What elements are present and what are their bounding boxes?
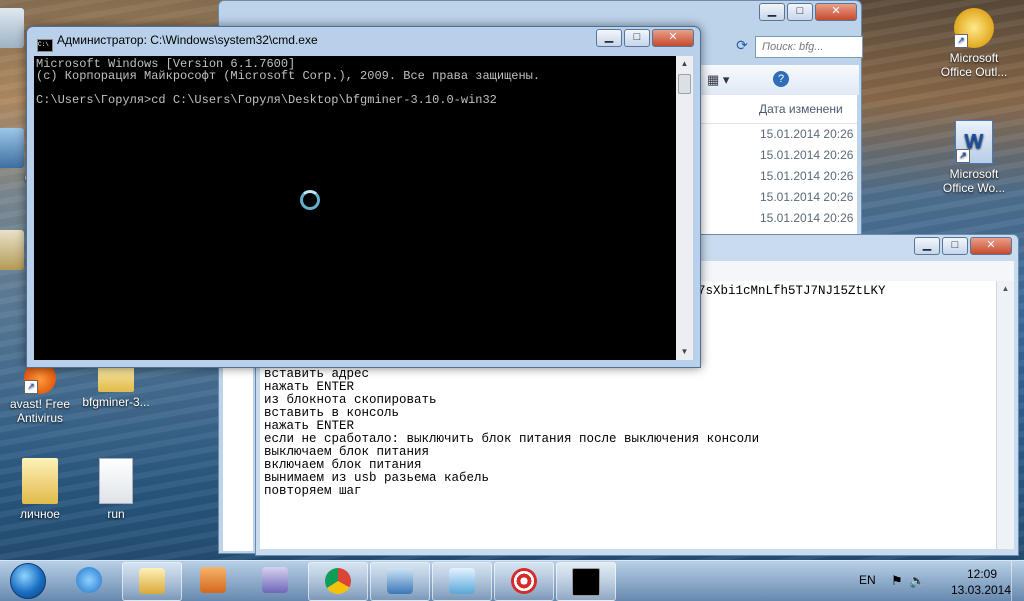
start-button[interactable] [4, 562, 52, 600]
text-line: вставить в консоль [264, 406, 400, 420]
outlook-icon: ↗ [954, 8, 994, 48]
console-icon [572, 568, 600, 596]
window-controls: ▁ □ ✕ [759, 3, 857, 21]
taskbar-media-player[interactable] [184, 562, 242, 599]
target-icon [511, 568, 537, 594]
console-line: C:\Users\Горуля>cd C:\Users\Горуля\Deskt… [36, 93, 497, 107]
file-row-date[interactable]: 15.01.2014 20:26 [699, 124, 857, 145]
vertical-scrollbar[interactable]: ▲ ▼ [676, 56, 693, 360]
notepad-icon [449, 568, 475, 594]
recycle-bin-icon [0, 8, 24, 48]
taskbar-notepad[interactable] [432, 562, 492, 601]
taskbar-control-panel[interactable] [370, 562, 430, 601]
refresh-icon[interactable]: ⟳ [733, 37, 751, 55]
language-indicator[interactable]: EN [859, 573, 876, 587]
window-controls: ▁ □ ✕ [914, 237, 1012, 255]
desktop-icon-label: bfgminer-3... [82, 395, 150, 409]
taskbar: EN ⚑ 🔈 12:09 13.03.2014 [0, 560, 1024, 601]
system-tray: EN ⚑ 🔈 12:09 13.03.2014 [849, 561, 1024, 601]
desktop-icon-label: run [107, 507, 125, 521]
minimize-button[interactable]: ▁ [596, 29, 622, 47]
taskbar-chrome[interactable] [308, 562, 368, 601]
search-input[interactable]: Поиск: bfg... [755, 36, 863, 58]
control-panel-icon [0, 230, 24, 270]
maximize-button[interactable]: □ [624, 29, 650, 47]
scroll-up-icon[interactable]: ▲ [676, 56, 693, 72]
chrome-icon [325, 568, 351, 594]
control-panel-icon [387, 568, 413, 594]
text-file-icon [99, 458, 133, 504]
internet-explorer-icon [76, 567, 102, 593]
view-options-icon[interactable]: ▦ ▾ [707, 72, 729, 88]
notepad-lines: в консоли набрать cdвставить адреснажать… [264, 355, 996, 498]
maximize-button[interactable]: □ [787, 3, 813, 21]
window-title-text: Администратор: C:\Windows\system32\cmd.e… [57, 33, 318, 47]
scroll-thumb[interactable] [678, 74, 691, 94]
shortcut-arrow-icon: ↗ [24, 380, 38, 394]
word-icon: W ↗ [955, 120, 993, 164]
clock-date[interactable]: 13.03.2014 [945, 583, 1017, 597]
windows-logo-icon [10, 563, 46, 599]
vertical-scrollbar[interactable]: ▲ [996, 281, 1014, 549]
clock-time[interactable]: 12:09 [952, 567, 1012, 581]
column-header-date[interactable]: Дата изменени [699, 95, 857, 124]
folder-icon [22, 458, 58, 504]
console-icon: C:\ [37, 39, 53, 52]
console-line: (c) Корпорация Майкрософт (Microsoft Cor… [36, 69, 541, 83]
close-button[interactable]: ✕ [815, 3, 857, 21]
taskbar-target-app[interactable] [494, 562, 554, 601]
desktop-icon-avast[interactable]: ↗ avast! Free Antivirus [0, 362, 80, 425]
busy-cursor-icon [300, 190, 320, 210]
show-desktop-button[interactable] [1011, 561, 1024, 601]
text-line: вынимаем из usb разьема кабель [264, 471, 490, 485]
file-row-date[interactable]: 15.01.2014 20:26 [699, 145, 857, 166]
desktop-icon-run[interactable]: run [76, 458, 156, 521]
window-controls: ▁ □ ✕ [596, 29, 694, 47]
app-icon [262, 567, 288, 593]
taskbar-cmd[interactable] [556, 562, 616, 601]
action-center-icon[interactable]: ⚑ [891, 573, 903, 589]
file-list: Дата изменени 15.01.2014 20:26 15.01.2014… [699, 95, 857, 245]
shortcut-arrow-icon: ↗ [956, 149, 970, 163]
taskbar-explorer[interactable] [122, 562, 182, 601]
desktop-icon-bfgminer[interactable]: bfgminer-3... [76, 362, 156, 409]
minimize-button[interactable]: ▁ [759, 3, 785, 21]
maximize-button[interactable]: □ [942, 237, 968, 255]
taskbar-app[interactable] [246, 562, 304, 599]
desktop-icon-label: личное [20, 507, 60, 521]
file-row-date[interactable]: 15.01.2014 20:26 [699, 187, 857, 208]
desktop-icon-label: Microsoft Office Wo... [942, 167, 1006, 195]
taskbar-ie[interactable] [60, 562, 118, 599]
scroll-down-icon[interactable]: ▼ [676, 344, 693, 360]
close-button[interactable]: ✕ [652, 29, 694, 47]
volume-icon[interactable]: 🔈 [909, 573, 925, 589]
minimize-button[interactable]: ▁ [914, 237, 940, 255]
navigation-pane [223, 361, 253, 551]
media-player-icon [200, 567, 226, 593]
shortcut-arrow-icon: ↗ [954, 34, 968, 48]
close-button[interactable]: ✕ [970, 237, 1012, 255]
console-output[interactable]: Microsoft Windows [Version 6.1.7600] (c) … [34, 56, 676, 360]
window-title: C:\ Администратор: C:\Windows\system32\cm… [37, 33, 318, 52]
text-line: повторяем шаг [264, 484, 362, 498]
file-row-date[interactable]: 15.01.2014 20:26 [699, 166, 857, 187]
cmd-window[interactable]: C:\ Администратор: C:\Windows\system32\cm… [26, 26, 701, 368]
computer-icon [0, 128, 24, 168]
desktop-icon-personal[interactable]: личное [0, 458, 80, 521]
desktop-icon-label: Microsoft Office Outl... [940, 51, 1008, 79]
desktop-icon-label: avast! Free Antivirus [9, 397, 71, 425]
explorer-command-bar: ▦ ▾ ? [699, 65, 859, 95]
file-row-date[interactable]: 15.01.2014 20:26 [699, 208, 857, 229]
desktop-icon-word[interactable]: W ↗ Microsoft Office Wo... [934, 120, 1014, 195]
desktop-icon-outlook[interactable]: ↗ Microsoft Office Outl... [934, 8, 1014, 79]
text-line: вставить адрес [264, 367, 370, 381]
scroll-up-icon[interactable]: ▲ [997, 281, 1014, 297]
help-icon[interactable]: ? [773, 71, 789, 87]
folder-icon [139, 568, 165, 594]
